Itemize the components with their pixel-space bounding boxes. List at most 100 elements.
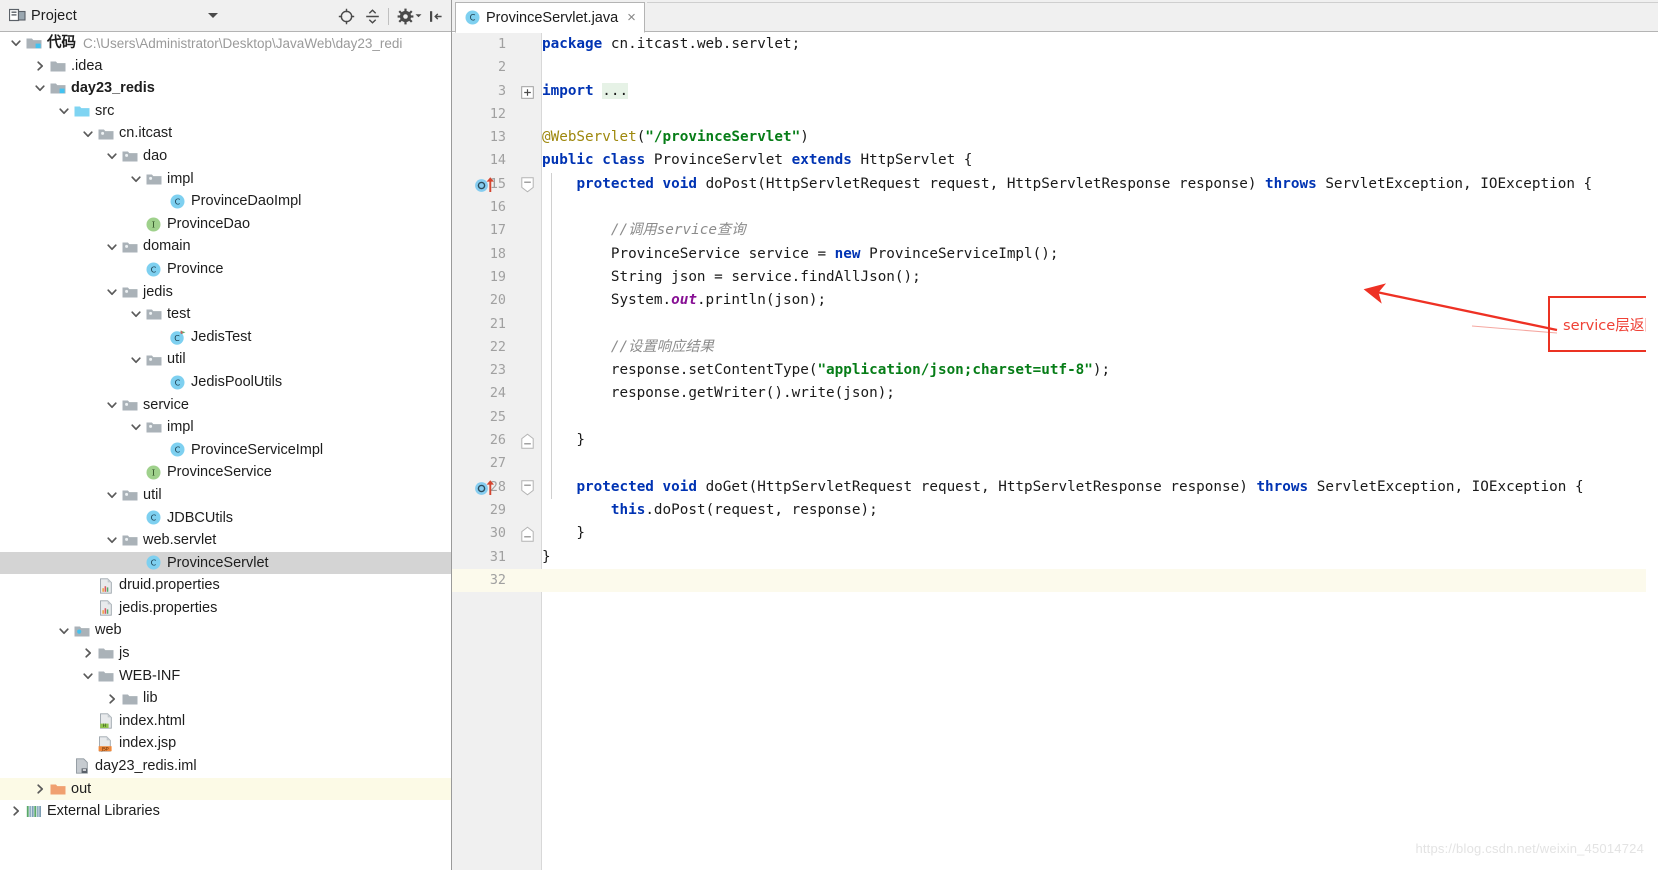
tree-row-index.jsp[interactable]: JSP index.jsp xyxy=(0,732,451,755)
chevron-down-icon[interactable] xyxy=(128,419,144,435)
chevron-right-icon[interactable] xyxy=(80,645,96,661)
tree-row-provincedao[interactable]: I ProvinceDao xyxy=(0,213,451,236)
chevron-down-icon[interactable] xyxy=(128,171,144,187)
code-line-12[interactable]: 12 xyxy=(452,103,1658,126)
chevron-down-icon[interactable] xyxy=(104,487,120,503)
code-line-16[interactable]: 16 xyxy=(452,196,1658,219)
chevron-down-icon[interactable] xyxy=(32,80,48,96)
line-number: 1 xyxy=(497,37,506,52)
chevron-down-icon[interactable] xyxy=(80,668,96,684)
tree-row-impl[interactable]: impl xyxy=(0,168,451,191)
override-method-icon[interactable] xyxy=(474,479,504,496)
chevron-down-icon[interactable] xyxy=(104,239,120,255)
tree-row-domain[interactable]: domain xyxy=(0,235,451,258)
chevron-down-icon[interactable] xyxy=(208,13,218,18)
tree-row-externallibraries[interactable]: External Libraries xyxy=(0,800,451,823)
tree-row-js[interactable]: js xyxy=(0,642,451,665)
code-line-28[interactable]: 28 protected void doGet(HttpServletReque… xyxy=(452,476,1658,499)
project-tree[interactable]: 代码 C:\Users\Administrator\Desktop\JavaWeb… xyxy=(0,32,451,870)
code-line-26[interactable]: 26 } xyxy=(452,429,1658,452)
close-icon[interactable]: × xyxy=(627,10,636,25)
code-line-22[interactable]: 22 //设置响应结果 xyxy=(452,336,1658,359)
tree-row-provincedaoimpl[interactable]: C ProvinceDaoImpl xyxy=(0,190,451,213)
locate-icon[interactable] xyxy=(333,3,359,29)
tree-row-lib[interactable]: lib xyxy=(0,687,451,710)
tree-row-util[interactable]: util xyxy=(0,484,451,507)
folded-imports[interactable]: ... xyxy=(602,82,629,99)
chevron-down-icon[interactable] xyxy=(104,148,120,164)
code-line-29[interactable]: 29 this.doPost(request, response); xyxy=(452,499,1658,522)
code-line-24[interactable]: 24 response.getWriter().write(json); xyxy=(452,382,1658,405)
code-line-15[interactable]: 15 protected void doPost(HttpServletRequ… xyxy=(452,173,1658,196)
chevron-down-icon[interactable] xyxy=(56,103,72,119)
fold-collapse-icon[interactable] xyxy=(521,479,536,496)
tree-row-provinceservice[interactable]: I ProvinceService xyxy=(0,461,451,484)
tree-row-dao[interactable]: dao xyxy=(0,145,451,168)
code-line-27[interactable]: 27 xyxy=(452,452,1658,475)
chevron-down-icon[interactable] xyxy=(80,126,96,142)
code-editor[interactable]: 1 package cn.itcast.web.servlet; 2 3 import … xyxy=(452,33,1658,870)
code-line-2[interactable]: 2 xyxy=(452,56,1658,79)
chevron-right-icon[interactable] xyxy=(104,691,120,707)
code-line-13[interactable]: 13 @WebServlet("/provinceServlet") xyxy=(452,126,1658,149)
tree-row-util[interactable]: util xyxy=(0,348,451,371)
override-method-icon[interactable] xyxy=(474,176,504,193)
code-lines[interactable]: 1 package cn.itcast.web.servlet; 2 3 import … xyxy=(452,33,1658,593)
tree-row-druid.properties[interactable]: druid.properties xyxy=(0,574,451,597)
code-line-30[interactable]: 30 } xyxy=(452,522,1658,545)
fold-collapse-icon[interactable] xyxy=(521,177,536,193)
tree-row-jdbcutils[interactable]: C JDBCUtils xyxy=(0,506,451,529)
code-line-20[interactable]: 20 System.out.println(json); xyxy=(452,289,1658,312)
tree-row-[interactable]: 代码 C:\Users\Administrator\Desktop\JavaWeb… xyxy=(0,32,451,55)
tab-provinceservlet-java[interactable]: C ProvinceServlet.java × xyxy=(455,2,645,33)
chevron-right-icon[interactable] xyxy=(32,781,48,797)
code-line-18[interactable]: 18 ProvinceService service = new Provinc… xyxy=(452,243,1658,266)
tree-row-day23_redis[interactable]: day23_redis xyxy=(0,77,451,100)
tree-row-jedispoolutils[interactable]: C JedisPoolUtils xyxy=(0,371,451,394)
tree-row-web-inf[interactable]: WEB-INF xyxy=(0,665,451,688)
fold-end-icon[interactable] xyxy=(521,526,536,542)
tree-row-test[interactable]: test xyxy=(0,303,451,326)
tree-row-service[interactable]: service xyxy=(0,394,451,417)
code-line-25[interactable]: 25 xyxy=(452,406,1658,429)
chevron-down-icon[interactable] xyxy=(104,397,120,413)
code-line-21[interactable]: 21 xyxy=(452,313,1658,336)
chevron-down-icon[interactable] xyxy=(104,284,120,300)
chevron-down-icon[interactable] xyxy=(104,532,120,548)
tree-row-web.servlet[interactable]: web.servlet xyxy=(0,529,451,552)
gear-chevron-down-icon[interactable] xyxy=(414,7,423,25)
chevron-right-icon[interactable] xyxy=(8,803,24,819)
fold-expand-icon[interactable] xyxy=(521,84,536,99)
tree-row-day23_redis.iml[interactable]: day23_redis.iml xyxy=(0,755,451,778)
collapse-all-icon[interactable] xyxy=(359,3,385,29)
code-line-3[interactable]: 3 import ... xyxy=(452,80,1658,103)
tree-row-cn.itcast[interactable]: cn.itcast xyxy=(0,122,451,145)
chevron-right-icon[interactable] xyxy=(32,58,48,74)
code-line-19[interactable]: 19 String json = service.findAllJson(); xyxy=(452,266,1658,289)
tree-row-web[interactable]: web xyxy=(0,619,451,642)
code-line-32[interactable]: 32 xyxy=(452,568,1658,593)
tree-row-src[interactable]: src xyxy=(0,100,451,123)
chevron-down-icon[interactable] xyxy=(128,352,144,368)
tree-row-provinceservlet[interactable]: C ProvinceServlet xyxy=(0,551,451,575)
tree-row-jedistest[interactable]: C JedisTest xyxy=(0,326,451,349)
tree-row-province[interactable]: C Province xyxy=(0,258,451,281)
editor-scrollbar[interactable] xyxy=(1646,66,1658,870)
tree-row-out[interactable]: out xyxy=(0,777,451,801)
code-line-14[interactable]: 14 public class ProvinceServlet extends H… xyxy=(452,149,1658,172)
code-line-23[interactable]: 23 response.setContentType("application/… xyxy=(452,359,1658,382)
tree-row-jedis.properties[interactable]: jedis.properties xyxy=(0,597,451,620)
chevron-down-icon[interactable] xyxy=(128,306,144,322)
tree-row-jedis[interactable]: jedis xyxy=(0,281,451,304)
tree-row-.idea[interactable]: .idea xyxy=(0,55,451,78)
code-line-17[interactable]: 17 //调用service查询 xyxy=(452,219,1658,242)
tree-row-impl[interactable]: impl xyxy=(0,416,451,439)
tree-row-index.html[interactable]: Hindex.html xyxy=(0,710,451,733)
chevron-down-icon[interactable] xyxy=(56,623,72,639)
hide-icon[interactable] xyxy=(423,3,449,29)
chevron-down-icon[interactable] xyxy=(8,35,24,51)
code-line-31[interactable]: 31} xyxy=(452,546,1658,569)
tree-row-provinceserviceimpl[interactable]: C ProvinceServiceImpl xyxy=(0,439,451,462)
code-line-1[interactable]: 1 package cn.itcast.web.servlet; xyxy=(452,33,1658,56)
fold-end-icon[interactable] xyxy=(521,433,536,449)
